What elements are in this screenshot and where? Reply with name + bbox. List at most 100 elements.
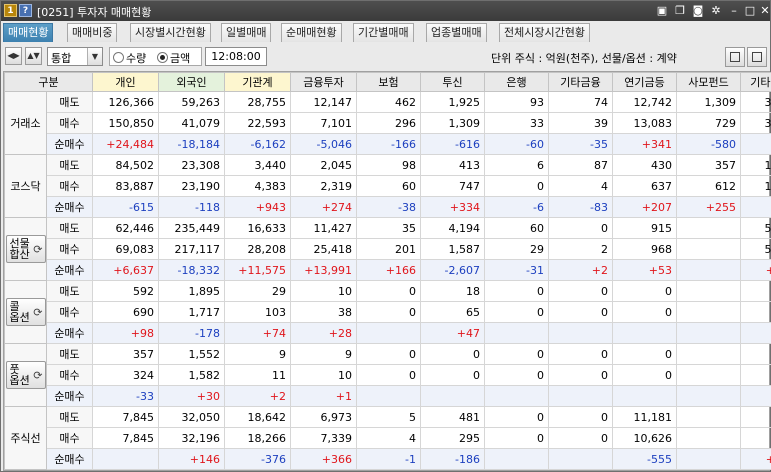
tab-8[interactable]: 전체시장시간현황 [499,23,590,42]
table-cell: 1,628 [740,154,771,176]
table-cell [548,448,613,470]
column-header[interactable]: 보험 [356,72,421,92]
grid-view-icon[interactable] [747,47,767,67]
row-group-label: 거래소 [4,91,47,155]
table-cell: 2,045 [290,154,357,176]
table-cell: 5,405 [740,217,771,239]
table-cell: 7,101 [290,112,357,134]
table-cell: 462 [356,91,421,113]
tab-4[interactable]: 일별매매 [221,23,272,42]
table-row: 거래소 매도 126,366 59,263 28,755 12,147 462 1,925 93… [4,91,771,155]
table-cell: +13,991 [290,259,357,281]
refresh-icon[interactable]: ⟳ [33,244,42,255]
tab-3[interactable]: 시장별시간현황 [130,23,211,42]
column-header[interactable]: 개인 [92,72,159,92]
table-cell: 0 [548,406,613,428]
link-icon[interactable]: ▣ [655,4,669,18]
table-cell [676,301,741,323]
table-cell: +146 [158,448,225,470]
row-group-label: 콜 옵션 ⟳ [4,280,47,344]
table-cell: 65 [420,301,485,323]
minimize-icon[interactable]: – [727,4,741,18]
group-toggle-button[interactable]: 풋 옵션 ⟳ [5,361,46,389]
table-cell: -580 [676,133,741,155]
table-cell: -555 [612,448,677,470]
column-header[interactable]: 기타금융 [548,72,613,92]
table-cell: -1 [356,448,421,470]
table-cell: 5,525 [740,238,771,260]
table-cell: 4 [548,175,613,197]
title-bar[interactable]: 1 ? [0251] 투자자 매매현황 ▣ ❐ ◙ ✲ – □ ✕ [1,1,770,21]
tab-5[interactable]: 순매매현황 [281,23,342,42]
table-cell: 29 [224,280,291,302]
table-cell [484,322,549,344]
prev-arrow-icon[interactable]: ◀▶ [5,47,22,65]
copy-icon[interactable]: ❐ [673,4,687,18]
column-header[interactable]: 외국인 [158,72,225,92]
table-cell: 0 [484,406,549,428]
chevron-down-icon[interactable]: ▼ [87,48,102,65]
tab-1[interactable]: 매매현황 [3,23,54,42]
row-type-label: 매도 [46,280,93,302]
table-cell: 41,079 [158,112,225,134]
column-header[interactable]: 투신 [420,72,485,92]
close-icon[interactable]: ✕ [758,4,771,18]
table-cell: 0 [356,364,421,386]
refresh-icon[interactable]: ⟳ [33,370,42,381]
table-cell: -166 [356,133,421,155]
table-cell: +341 [612,133,677,155]
gear-icon[interactable]: ✲ [709,4,723,18]
table-cell [92,448,159,470]
up-down-arrow-icon[interactable]: ▲▼ [25,47,42,65]
table-cell: 1,309 [676,91,741,113]
table-cell: 10 [740,343,771,365]
radio-quantity[interactable]: 수량 [113,50,146,66]
table-cell: 0 [548,217,613,239]
table-cell: +11,575 [224,259,291,281]
group-toggle-button[interactable]: 콜 옵션 ⟳ [5,298,46,326]
radio-amount-dot[interactable] [157,52,168,63]
row-group-label: 풋 옵션 ⟳ [4,343,47,407]
list-view-icon[interactable] [725,47,745,67]
column-header[interactable]: 은행 [484,72,549,92]
table-row: 매수 150,850 41,079 22,593 7,101 296 1,309 33 39 13… [5,112,771,134]
tab-7[interactable]: 업종별매매 [426,23,487,42]
table-cell: 4,194 [420,217,485,239]
table-cell: +6 [740,322,771,344]
column-header[interactable]: 금융투자 [290,72,357,92]
table-cell: +47 [420,322,485,344]
table-cell: -178 [158,322,225,344]
table-cell: 4 [356,427,421,449]
screen-number-icon[interactable]: 1 [4,4,17,17]
column-header[interactable]: 사모펀드 [676,72,741,92]
table-cell: 915 [612,217,677,239]
table-row: 코스닥 매도 84,502 23,308 3,440 2,045 98 413 6 87 430 35… [4,154,771,218]
table-cell: 98 [356,154,421,176]
tab-2[interactable]: 매매비중 [67,23,118,42]
table-cell: 481 [420,406,485,428]
screen-title: 투자자 매매현황 [77,6,152,19]
table-cell: -18,332 [158,259,225,281]
group-toggle-button[interactable]: 선물 합산 ⟳ [5,235,46,263]
table-cell: 22,593 [224,112,291,134]
row-type-label: 순매수 [46,385,93,407]
radio-quantity-dot[interactable] [113,52,124,63]
column-header[interactable]: 기타법인 [740,72,771,92]
radio-amount-label: 금액 [170,52,191,65]
table-cell: 235,449 [158,217,225,239]
radio-amount[interactable]: 금액 [157,50,190,66]
table-cell: 357 [92,343,159,365]
column-header[interactable]: 연기금등 [612,72,677,92]
column-header[interactable]: 기관계 [224,72,291,92]
maximize-icon[interactable]: □ [743,4,757,18]
table-cell: +30 [158,385,225,407]
market-select[interactable]: 통합 ▼ [47,47,103,66]
table-cell: +6,637 [92,259,159,281]
table-cell: 12,742 [612,91,677,113]
tab-6[interactable]: 기간별매매 [353,23,414,42]
camera-icon[interactable]: ◙ [691,4,705,18]
help-icon[interactable]: ? [19,4,32,17]
refresh-icon[interactable]: ⟳ [33,307,42,318]
table-cell: +366 [290,448,357,470]
time-input[interactable]: 12:08:00 [205,47,267,66]
